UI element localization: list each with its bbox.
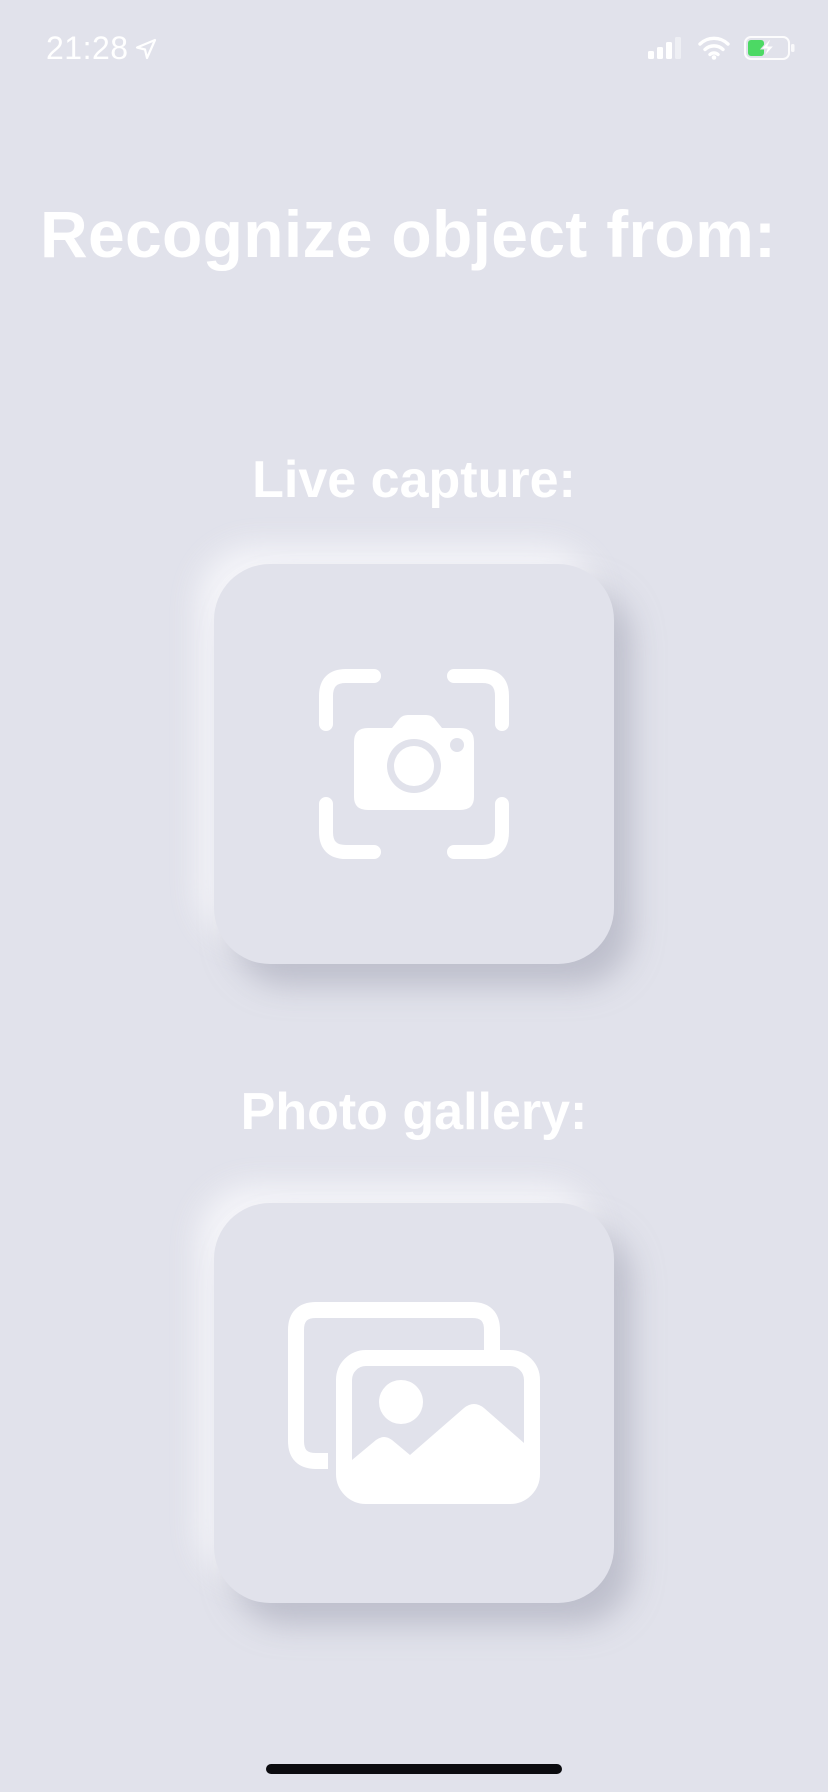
photo-gallery-label: Photo gallery: bbox=[240, 1083, 588, 1141]
location-arrow-icon bbox=[135, 38, 156, 59]
photo-gallery-button[interactable] bbox=[214, 1203, 614, 1603]
home-indicator[interactable] bbox=[266, 1764, 562, 1774]
status-time: 21:28 bbox=[46, 30, 157, 67]
status-icons bbox=[648, 36, 796, 60]
camera-viewfinder-icon bbox=[319, 669, 509, 859]
status-bar: 21:28 bbox=[0, 0, 828, 100]
photo-stack-icon bbox=[288, 1302, 540, 1504]
battery-charging-icon bbox=[744, 36, 795, 60]
live-capture-label: Live capture: bbox=[252, 451, 576, 509]
live-capture-button[interactable] bbox=[214, 564, 614, 964]
cellular-signal-icon bbox=[648, 37, 681, 59]
wifi-icon bbox=[698, 36, 730, 60]
page-title: Recognize object from: bbox=[40, 197, 777, 271]
status-time-text: 21:28 bbox=[46, 30, 129, 66]
